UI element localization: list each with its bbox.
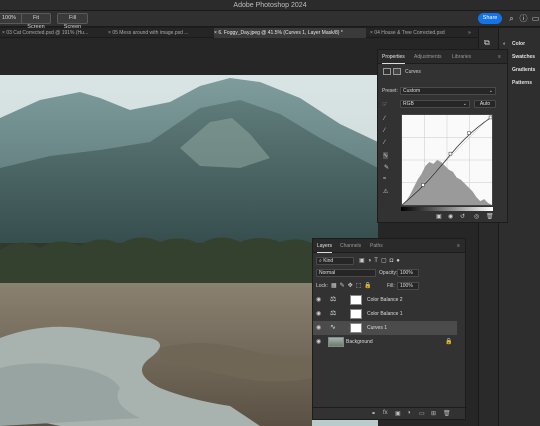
search-icon[interactable]: ⌕	[507, 14, 516, 23]
fit-screen-button[interactable]: Fit Screen	[21, 13, 51, 30]
add-mask-icon[interactable]: ▣	[395, 410, 401, 417]
workspace-icon[interactable]: ▭	[531, 14, 540, 23]
delete-icon[interactable]: 🗑	[486, 213, 494, 220]
tab-foggy-day[interactable]: × 6. Foggy_Day.jpeg @ 41.5% (Curves 1, L…	[214, 28, 366, 38]
delete-icon[interactable]: 🗑	[443, 410, 451, 417]
fx-icon[interactable]: fx	[383, 410, 388, 416]
tab-layers[interactable]: Layers	[317, 239, 333, 253]
layer-mask-thumb[interactable]	[350, 295, 362, 305]
layer-row[interactable]: ◉ ⚖ Color Balance 1	[313, 307, 457, 321]
fill-label: Fill:	[387, 283, 395, 289]
new-layer-icon[interactable]: ⊞	[431, 410, 436, 417]
layer-name[interactable]: Color Balance 2	[367, 293, 403, 307]
layers-tabs: Layers Channels Paths ≡	[313, 239, 465, 253]
panel-menu-icon[interactable]: ≡	[498, 50, 501, 64]
visibility-eye-icon[interactable]: ◉	[316, 307, 321, 321]
layer-row[interactable]: ◉ Background 🔒	[313, 335, 457, 349]
on-image-adjust-icon[interactable]: ☞	[382, 101, 387, 108]
app-title: Adobe Photoshop 2024	[233, 2, 307, 9]
mask-icon[interactable]	[393, 68, 401, 75]
chevron-down-icon: ⌄	[462, 101, 467, 107]
channel-dropdown[interactable]: RGB ⌄	[400, 100, 470, 108]
auto-button[interactable]: Auto	[474, 100, 496, 108]
tab-properties[interactable]: Properties	[382, 50, 405, 64]
view-previous-icon[interactable]: ◉	[448, 213, 453, 220]
balance-icon: ⚖	[330, 296, 337, 303]
tab-libraries[interactable]: Libraries	[452, 50, 471, 64]
layers-bottom-bar: ⚭ fx ▣ ◑ ▭ ⊞ 🗑	[313, 407, 467, 419]
layer-name[interactable]: Curves 1	[367, 321, 387, 335]
smooth-icon[interactable]: ≈	[383, 176, 386, 182]
opacity-label: Opacity:	[379, 270, 398, 276]
balance-icon: ⚖	[330, 310, 337, 317]
curves-icon: ∿	[330, 324, 336, 331]
chevron-down-icon: ⌄	[488, 88, 493, 94]
visibility-eye-icon[interactable]: ◎	[474, 213, 479, 220]
lock-label: Lock:	[316, 283, 328, 289]
curves-graph[interactable]	[401, 114, 493, 206]
white-point-eyedropper-icon[interactable]: ⁄	[384, 140, 385, 146]
visibility-eye-icon[interactable]: ◉	[316, 293, 321, 307]
filter-icons[interactable]: ▣◑T▢◘●	[359, 257, 403, 264]
adjustment-type: Curves	[405, 69, 421, 75]
tab-mess-around[interactable]: × 05 Mess around with image.psd ...	[108, 28, 212, 38]
layers-panel: Layers Channels Paths ≡ ⌕ Kind ▣◑T▢◘● No…	[312, 238, 467, 420]
tab-paths[interactable]: Paths	[370, 239, 383, 253]
group-folder-icon[interactable]: ▭	[419, 410, 425, 417]
preset-dropdown[interactable]: Custom ⌄	[400, 87, 496, 95]
visibility-eye-icon[interactable]: ◉	[316, 335, 321, 349]
clipping-warning-icon[interactable]: ⚠	[383, 188, 388, 195]
image-thumb[interactable]	[328, 337, 344, 347]
blend-mode-dropdown[interactable]: Normal	[316, 269, 376, 277]
layer-mask-thumb[interactable]	[350, 323, 362, 333]
gray-point-eyedropper-icon[interactable]: ⁄	[384, 128, 385, 134]
input-gradient-slider[interactable]	[401, 207, 493, 211]
link-icon[interactable]: ⚭	[371, 410, 376, 417]
opacity-field[interactable]: 100%	[397, 269, 419, 277]
adjustment-layer-icon	[383, 68, 391, 75]
share-button[interactable]: Share	[478, 13, 502, 24]
tabs-overflow-icon[interactable]: »	[468, 28, 478, 38]
help-icon[interactable]: ⓘ	[519, 14, 528, 23]
fill-screen-button[interactable]: Fill Screen	[57, 13, 88, 30]
options-bar: 100% Fit Screen Fill Screen Share ⌕ ⓘ ▭	[0, 11, 540, 30]
panel-menu-icon[interactable]: ≡	[457, 239, 460, 253]
black-point-eyedropper-icon[interactable]: ⁄	[384, 116, 385, 122]
tab-adjustments[interactable]: Adjustments	[414, 50, 442, 64]
properties-panel-icon[interactable]: ⧉	[484, 38, 490, 48]
reset-icon[interactable]: ↺	[460, 213, 465, 220]
clip-to-layer-icon[interactable]: ▣	[436, 213, 442, 220]
title-bar: Adobe Photoshop 2024	[0, 0, 540, 11]
curve-points-icon[interactable]: ∿	[383, 152, 389, 159]
kind-filter-dropdown[interactable]: ⌕ Kind	[316, 257, 354, 265]
lock-icons[interactable]: ▦✎✥⬚🔒	[331, 282, 375, 289]
pencil-icon[interactable]: ✎	[384, 164, 389, 171]
fill-field[interactable]: 100%	[397, 282, 419, 290]
layer-name[interactable]: Background	[346, 335, 373, 349]
properties-panel: Properties Adjustments Libraries ≡ Curve…	[377, 49, 508, 223]
preset-label: Preset:	[382, 88, 398, 94]
adjustment-icon[interactable]: ◑	[407, 410, 411, 416]
layer-row[interactable]: ◉ ⚖ Color Balance 2	[313, 293, 457, 307]
tab-channels[interactable]: Channels	[340, 239, 361, 253]
layer-name[interactable]: Color Balance 1	[367, 307, 403, 321]
tab-house-tree[interactable]: × 04 House & Tree Corrected.psd	[370, 28, 466, 38]
lock-icon[interactable]: 🔒	[445, 335, 452, 349]
layer-mask-thumb[interactable]	[350, 309, 362, 319]
layer-row[interactable]: ◉ ∿ Curves 1	[313, 321, 457, 335]
visibility-eye-icon[interactable]: ◉	[316, 321, 321, 335]
properties-tabs: Properties Adjustments Libraries ≡	[378, 50, 507, 64]
tab-cat-corrected[interactable]: × 03 Cat Corrected.psd @ 191% (Hu...	[2, 28, 106, 38]
document-tabs: × 03 Cat Corrected.psd @ 191% (Hu... × 0…	[0, 28, 478, 38]
